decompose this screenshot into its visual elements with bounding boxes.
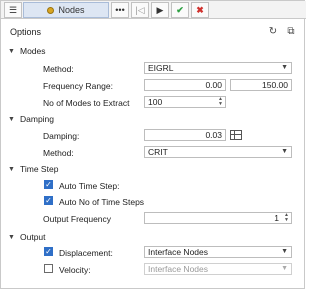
damping-method-select[interactable]: CRIT ▼ [144,146,292,158]
chevron-down-icon: ▼ [281,148,288,155]
modes-method-label: Method: [43,64,74,74]
reset-icon[interactable]: ↻ [267,25,279,37]
displacement-label: Displacement: [59,248,113,258]
copy-icon[interactable]: ⧉ [285,25,297,37]
table-icon[interactable] [230,130,242,140]
toolbar: ☰ Nodes ••• |◁ ▶ ✔ ✖ [1,1,306,19]
close-icon: ✖ [196,4,204,15]
modes-method-value: EIGRL [148,63,174,73]
frequency-max-input[interactable]: 150.00 [230,79,292,91]
auto-no-time-steps-label: Auto No of Time Steps [59,197,145,207]
section-label: Damping [20,114,55,124]
hamburger-icon: ☰ [8,4,18,15]
damping-method-label: Method: [43,148,74,158]
nmodes-stepper[interactable]: 100 ▲ ▼ [144,96,226,108]
spinner-arrows-icon[interactable]: ▲ ▼ [218,97,223,107]
section-label: Modes [20,46,46,56]
checkmark-icon: ✓ [45,195,52,205]
section-damping[interactable]: ▼ Damping [8,114,54,124]
chevron-down-icon: ▼ [281,248,288,255]
chevron-down-icon: ▼ [8,233,15,241]
apply-button[interactable]: ✔ [171,2,189,18]
first-frame-button[interactable]: |◁ [131,2,149,18]
velocity-label: Velocity: [59,265,91,275]
checkmark-icon: ✓ [45,246,52,256]
nmodes-label: No of Modes to Extract [43,98,130,108]
output-frequency-label: Output Frequency [43,214,112,224]
damping-method-value: CRIT [148,147,168,157]
more-icon: ••• [115,5,125,15]
damping-input[interactable]: 0.03 [144,129,226,141]
displacement-value: Interface Nodes [148,247,209,257]
chevron-down-icon: ▼ [8,115,15,123]
nmodes-value: 100 [148,97,163,107]
auto-time-step-checkbox[interactable]: ✓ [44,180,53,189]
nodes-panel: ☰ Nodes ••• |◁ ▶ ✔ ✖ Options ↻ ⧉ ▼ Modes… [0,0,306,289]
auto-no-time-steps-checkbox[interactable]: ✓ [44,196,53,205]
velocity-value: Interface Nodes [148,264,209,274]
output-frequency-stepper[interactable]: 1 ▲ ▼ [144,212,292,224]
velocity-select[interactable]: Interface Nodes ▼ [144,263,292,275]
chevron-down-icon: ▼ [281,265,288,272]
chevron-down-icon: ▼ [8,47,15,55]
chevron-down-icon: ▼ [281,64,288,71]
nodes-tab[interactable]: Nodes [23,2,109,18]
velocity-checkbox[interactable] [44,264,53,273]
auto-time-step-label: Auto Time Step: [59,181,120,191]
cancel-button[interactable]: ✖ [191,2,209,18]
output-frequency-value: 1 [274,213,279,223]
section-output[interactable]: ▼ Output [8,232,46,242]
panel-heading: Options [10,27,42,37]
damping-label: Damping: [43,131,80,141]
displacement-select[interactable]: Interface Nodes ▼ [144,246,292,258]
section-time-step[interactable]: ▼ Time Step [8,164,58,174]
skip-back-icon: |◁ [135,4,145,15]
tab-title: Nodes [58,5,85,15]
checkmark-icon: ✔ [176,4,184,15]
frequency-range-label: Frequency Range: [43,81,113,91]
play-button[interactable]: ▶ [151,2,169,18]
modes-method-select[interactable]: EIGRL ▼ [144,62,292,74]
section-label: Output [20,232,46,242]
spinner-arrows-icon[interactable]: ▲ ▼ [284,213,289,223]
section-label: Time Step [20,164,59,174]
chevron-down-icon: ▼ [8,165,15,173]
hamburger-menu-button[interactable]: ☰ [4,2,22,18]
more-button[interactable]: ••• [111,2,129,18]
displacement-checkbox[interactable]: ✓ [44,247,53,256]
checkmark-icon: ✓ [45,179,52,189]
nodes-icon [47,6,55,14]
frequency-min-input[interactable]: 0.00 [144,79,226,91]
play-icon: ▶ [156,4,164,15]
section-modes[interactable]: ▼ Modes [8,46,46,56]
